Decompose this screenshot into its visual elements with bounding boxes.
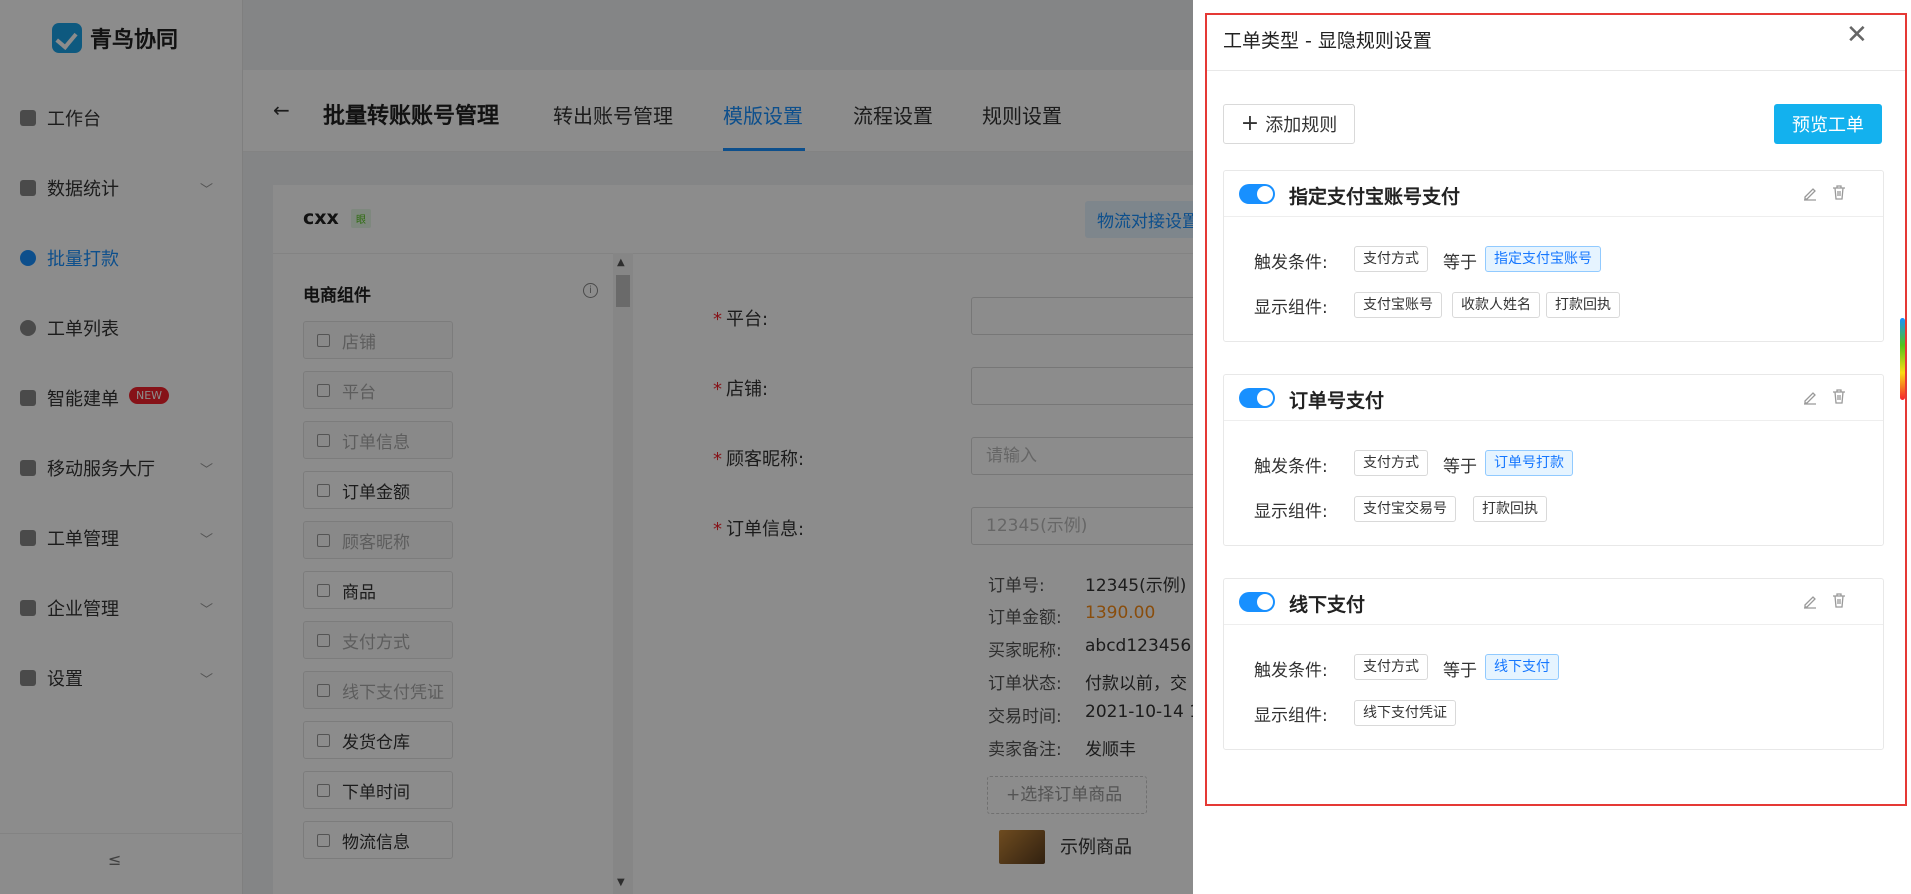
rule-toggle[interactable]	[1239, 388, 1275, 408]
rule-card: 线下支付 触发条件: 支付方式 等于 线下支付 显示组件: 线下支付凭证	[1223, 578, 1884, 750]
component-chip: 支付宝账号	[1354, 292, 1442, 318]
add-rule-label: 添加规则	[1265, 115, 1338, 136]
rule-header: 指定支付宝账号支付	[1224, 171, 1883, 217]
rule-toggle[interactable]	[1239, 184, 1275, 204]
edit-icon[interactable]	[1802, 185, 1818, 201]
condition-value-chip: 订单号打款	[1485, 450, 1573, 476]
rule-body: 触发条件: 支付方式 等于 指定支付宝账号 显示组件: 支付宝账号 收款人姓名 …	[1224, 217, 1883, 341]
rule-card: 订单号支付 触发条件: 支付方式 等于 订单号打款 显示组件: 支付宝交易号 打…	[1223, 374, 1884, 546]
rule-header: 订单号支付	[1224, 375, 1883, 421]
drawer-scrollbar[interactable]	[1900, 318, 1905, 400]
condition-field-chip: 支付方式	[1354, 450, 1428, 476]
rule-name: 指定支付宝账号支付	[1289, 186, 1461, 208]
condition-field-chip: 支付方式	[1354, 654, 1428, 680]
drawer-title: 工单类型 - 显隐规则设置	[1223, 30, 1432, 52]
edit-icon[interactable]	[1802, 389, 1818, 405]
condition-operator: 等于	[1443, 253, 1477, 273]
rule-toggle[interactable]	[1239, 592, 1275, 612]
display-components-label: 显示组件:	[1254, 298, 1328, 318]
condition-operator: 等于	[1443, 661, 1477, 681]
add-rule-button[interactable]: + 添加规则	[1223, 104, 1355, 144]
rule-name: 订单号支付	[1289, 390, 1385, 412]
rule-header: 线下支付	[1224, 579, 1883, 625]
condition-operator: 等于	[1443, 457, 1477, 477]
trigger-condition-label: 触发条件:	[1254, 253, 1328, 273]
modal-mask[interactable]	[0, 0, 1193, 894]
trigger-condition-label: 触发条件:	[1254, 661, 1328, 681]
plus-icon: +	[1240, 111, 1260, 136]
condition-field-chip: 支付方式	[1354, 246, 1428, 272]
rule-card: 指定支付宝账号支付 触发条件: 支付方式 等于 指定支付宝账号 显示组件: 支付…	[1223, 170, 1884, 342]
display-components-label: 显示组件:	[1254, 502, 1328, 522]
condition-value-chip: 指定支付宝账号	[1485, 246, 1601, 272]
component-chip: 打款回执	[1546, 292, 1620, 318]
component-chip: 打款回执	[1473, 496, 1547, 522]
preview-ticket-button[interactable]: 预览工单	[1774, 104, 1882, 144]
divider	[1207, 70, 1905, 71]
display-components-label: 显示组件:	[1254, 706, 1328, 726]
trigger-condition-label: 触发条件:	[1254, 457, 1328, 477]
rule-body: 触发条件: 支付方式 等于 订单号打款 显示组件: 支付宝交易号 打款回执	[1224, 421, 1883, 545]
rule-name: 线下支付	[1289, 594, 1366, 616]
rule-body: 触发条件: 支付方式 等于 线下支付 显示组件: 线下支付凭证	[1224, 625, 1883, 749]
trash-icon[interactable]	[1831, 184, 1847, 201]
edit-icon[interactable]	[1802, 593, 1818, 609]
close-icon[interactable]: ✕	[1846, 22, 1868, 48]
component-chip: 支付宝交易号	[1354, 496, 1456, 522]
trash-icon[interactable]	[1831, 592, 1847, 609]
rule-drawer: 工单类型 - 显隐规则设置 ✕ + 添加规则 预览工单 指定支付宝账号支付 触发…	[1193, 0, 1911, 894]
condition-value-chip: 线下支付	[1485, 654, 1559, 680]
component-chip: 线下支付凭证	[1354, 700, 1456, 726]
component-chip: 收款人姓名	[1452, 292, 1540, 318]
trash-icon[interactable]	[1831, 388, 1847, 405]
